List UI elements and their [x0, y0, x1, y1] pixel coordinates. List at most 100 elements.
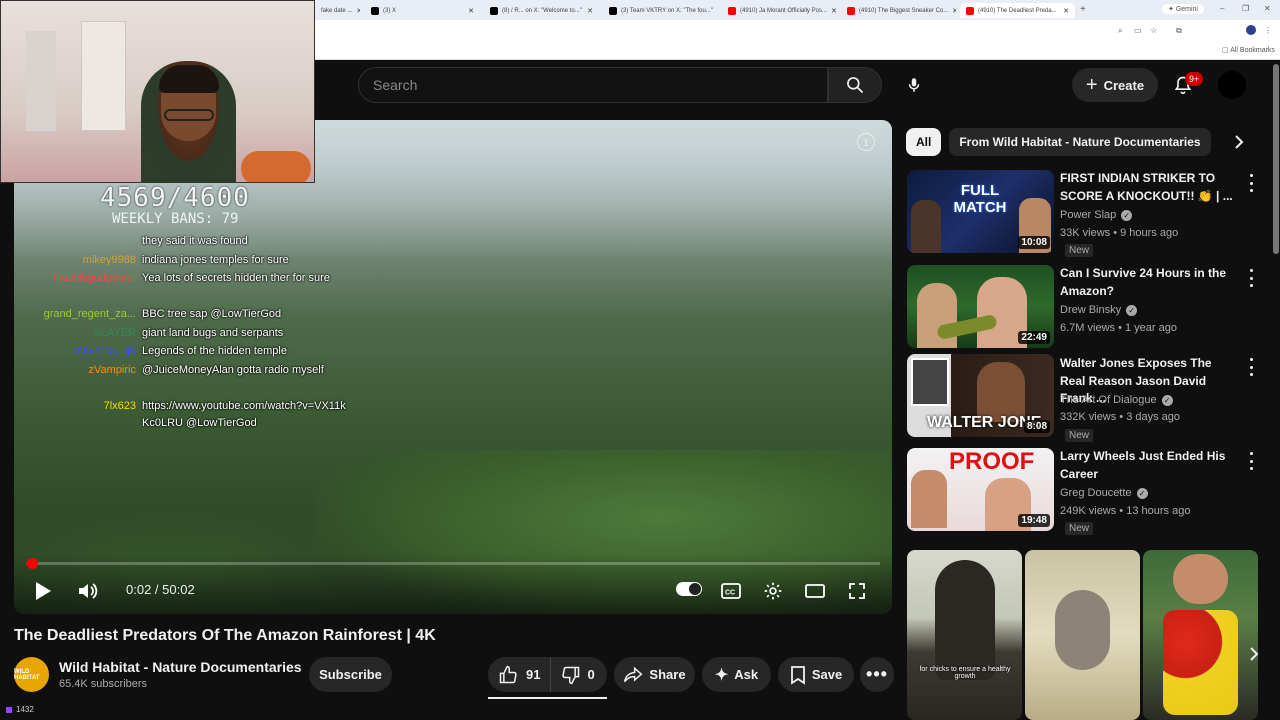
more-vertical-icon[interactable]: [1246, 174, 1256, 192]
bookmark-star-icon[interactable]: ☆: [1150, 26, 1157, 35]
streamer-glasses: [164, 109, 214, 121]
close-icon[interactable]: ✕: [717, 7, 718, 15]
chat-username[interactable]: zVampiric: [89, 362, 136, 379]
progress-scrubber[interactable]: [27, 558, 38, 569]
create-button[interactable]: + Create: [1072, 68, 1158, 102]
browser-tab-active[interactable]: (4910) The Deadliest Preda... ✕: [960, 3, 1075, 18]
person-head: [1173, 554, 1228, 604]
volume-button[interactable]: [75, 578, 101, 604]
recommendation-channel[interactable]: The Art Of Dialogue ✓: [1060, 394, 1173, 406]
chat-username[interactable]: grand_regent_za...: [44, 306, 136, 323]
chat-username[interactable]: 7lx623: [104, 398, 136, 415]
recommendation-channel[interactable]: Greg Doucette ✓: [1060, 487, 1148, 499]
recommendation-item[interactable]: WALTER JONE 8:08 Walter Jones Exposes Th…: [907, 354, 1257, 442]
weekly-bans: WEEKLY BANS: 79: [112, 211, 239, 227]
browser-tab[interactable]: (4910) Ja Morant Officially Pos... ✕: [722, 3, 837, 18]
chat-username[interactable]: mikey9988: [83, 252, 136, 269]
account-avatar[interactable]: [1218, 71, 1246, 99]
save-button[interactable]: Save: [778, 657, 854, 692]
bookmark-icon: [790, 665, 805, 685]
close-icon[interactable]: ✕: [831, 7, 837, 15]
recommendation-title[interactable]: FIRST INDIAN STRIKER TO SCORE A KNOCKOUT…: [1060, 170, 1235, 205]
gemini-button[interactable]: ✦ Gemini: [1162, 4, 1204, 14]
video-thumbnail[interactable]: WALTER JONE 8:08: [907, 354, 1054, 437]
thumbs-down-icon: [562, 666, 580, 684]
play-button[interactable]: [30, 578, 56, 604]
theater-mode-button[interactable]: [802, 578, 828, 604]
channel-name[interactable]: Wild Habitat - Nature Documentaries: [59, 659, 302, 675]
video-thumbnail[interactable]: 22:49: [907, 265, 1054, 348]
close-icon[interactable]: ✕: [587, 7, 593, 15]
gemini-label: Gemini: [1175, 6, 1198, 13]
viewer-count-value: 1432: [16, 705, 34, 714]
chat-text: giant land bugs and serpants: [142, 327, 284, 339]
short-thumbnail[interactable]: for chicks to ensure a healthy growth: [907, 550, 1022, 720]
cast-icon[interactable]: ▭: [1134, 26, 1142, 35]
chip-all[interactable]: All: [906, 128, 942, 156]
browser-tab[interactable]: (3) X ✕: [365, 3, 480, 18]
close-icon[interactable]: ✕: [356, 7, 360, 15]
like-active-underline: [488, 697, 607, 699]
more-vertical-icon[interactable]: [1246, 269, 1256, 287]
ask-button[interactable]: ✦ Ask: [702, 657, 771, 692]
search-input[interactable]: [359, 68, 827, 102]
info-icon[interactable]: i: [857, 133, 875, 151]
recommendation-item[interactable]: PROOF 19:48 Larry Wheels Just Ended His …: [907, 448, 1257, 535]
subscribe-button[interactable]: Subscribe: [309, 657, 392, 692]
profile-icon[interactable]: [1246, 25, 1256, 35]
short-caption: for chicks to ensure a healthy growth: [919, 666, 1011, 680]
channel-avatar[interactable]: WILD HABITAT: [14, 657, 49, 692]
scrollbar-thumb[interactable]: [1273, 64, 1279, 254]
chat-username[interactable]: musclegodpower: [53, 270, 136, 287]
dislike-button[interactable]: 0: [551, 665, 595, 685]
shorts-next-button[interactable]: [1242, 642, 1266, 666]
chat-username[interactable]: SLAYER: [93, 325, 136, 342]
recommendation-channel[interactable]: Power Slap ✓: [1060, 209, 1133, 221]
all-bookmarks-link[interactable]: ▢ All Bookmarks: [1222, 46, 1275, 54]
video-thumbnail[interactable]: PROOF 19:48: [907, 448, 1054, 531]
maximize-icon[interactable]: ❐: [1242, 4, 1249, 13]
fullscreen-button[interactable]: [844, 578, 870, 604]
person-right: [977, 362, 1025, 422]
channel-name: Greg Doucette: [1060, 487, 1132, 499]
voice-search-button[interactable]: [896, 67, 932, 103]
stream-chat-overlay: 4569/4600 WEEKLY BANS: 79 they said it w…: [0, 183, 350, 443]
browser-tab[interactable]: (3) Team VKTRY on X: "The fou..." ✕: [603, 3, 718, 18]
more-actions-button[interactable]: •••: [860, 657, 894, 692]
recommendation-title[interactable]: Can I Survive 24 Hours in the Amazon?: [1060, 265, 1235, 300]
share-button[interactable]: Share: [614, 657, 695, 692]
menu-icon[interactable]: ⋮: [1264, 26, 1272, 35]
chips-next-button[interactable]: [1228, 131, 1250, 153]
browser-tab[interactable]: fake date ... ✕: [315, 3, 360, 18]
minimize-icon[interactable]: –: [1220, 4, 1224, 13]
viewer-count: 1432: [6, 705, 34, 714]
video-thumbnail[interactable]: FULL MATCH 10:08: [907, 170, 1054, 253]
recommendation-channel[interactable]: Drew Binsky ✓: [1060, 304, 1138, 316]
browser-tab[interactable]: (8) / R... on X: "Welcome to..." ✕: [484, 3, 599, 18]
more-vertical-icon[interactable]: [1246, 452, 1256, 470]
extensions-icon[interactable]: ⧉: [1176, 26, 1182, 36]
close-icon[interactable]: ✕: [468, 7, 474, 15]
new-tab-icon[interactable]: +: [1080, 4, 1086, 15]
search-box[interactable]: [358, 67, 828, 103]
recommendation-title[interactable]: Larry Wheels Just Ended His Career: [1060, 448, 1235, 483]
short-thumbnail[interactable]: [1143, 550, 1258, 720]
search-button[interactable]: [828, 67, 882, 103]
close-window-icon[interactable]: ✕: [1264, 4, 1271, 13]
more-vertical-icon[interactable]: [1246, 358, 1256, 376]
captions-button[interactable]: CC: [718, 578, 744, 604]
chat-username[interactable]: maverick_g6: [74, 343, 136, 360]
zoom-icon[interactable]: ⌕: [1118, 26, 1122, 36]
browser-tab[interactable]: (4910) The Biggest Sneaker Co... ✕: [841, 3, 956, 18]
recommendation-item[interactable]: 22:49 Can I Survive 24 Hours in the Amaz…: [907, 265, 1257, 349]
recommendation-item[interactable]: FULL MATCH 10:08 FIRST INDIAN STRIKER TO…: [907, 170, 1257, 257]
settings-button[interactable]: [760, 578, 786, 604]
progress-bar[interactable]: [26, 558, 880, 569]
autoplay-toggle[interactable]: [676, 582, 702, 596]
chip-from-channel[interactable]: From Wild Habitat - Nature Documentaries: [949, 128, 1211, 156]
short-thumbnail[interactable]: [1025, 550, 1140, 720]
close-icon[interactable]: ✕: [1063, 7, 1069, 15]
webcam-overlay: [0, 0, 315, 183]
like-button[interactable]: 91: [488, 657, 552, 692]
close-icon[interactable]: ✕: [952, 7, 956, 15]
